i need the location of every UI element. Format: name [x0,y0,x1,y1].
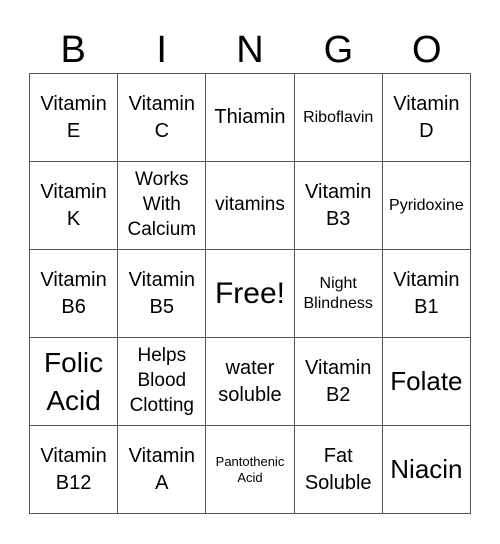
bingo-cell[interactable]: Vitamin B12 [30,426,119,514]
cell-label: Vitamin K [40,180,107,230]
bingo-cell[interactable]: Thiamin [206,74,295,162]
cell-label: Folate [390,365,463,396]
cell-label: Helps Blood Clotting [129,345,194,416]
bingo-cell[interactable]: Niacin [382,426,471,514]
bingo-cell[interactable]: Fat Soluble [294,426,383,514]
bingo-cell[interactable]: Pyridoxine [382,162,471,250]
header-letter-o: O [412,29,442,71]
bingo-cell[interactable]: Riboflavin [294,74,383,162]
bingo-cell[interactable]: Vitamin D [382,74,471,162]
cell-label: Vitamin B6 [40,268,107,318]
bingo-cell[interactable]: Helps Blood Clotting [118,338,207,426]
free-space-cell[interactable]: Free! [206,250,295,338]
bingo-cell[interactable]: Vitamin K [30,162,119,250]
cell-label: water soluble [218,356,282,406]
bingo-cell[interactable]: Vitamin B5 [118,250,207,338]
cell-label: vitamins [215,194,285,216]
bingo-cell[interactable]: Vitamin A [118,426,207,514]
header-letter-n: N [236,29,264,71]
cell-label: Vitamin B3 [305,180,372,230]
cell-label: Thiamin [214,106,286,128]
cell-label: Niacin [390,453,463,484]
header-letter-i: I [156,29,167,71]
cell-label: Vitamin D [393,92,460,142]
cell-label: Pyridoxine [389,196,464,214]
cell-label: Vitamin B2 [305,356,372,406]
cell-label: Free! [214,276,285,310]
cell-label: Vitamin B1 [393,268,460,318]
cell-label: Vitamin B12 [40,444,107,494]
cell-label: Vitamin A [128,444,195,494]
bingo-cell[interactable]: Works With Calcium [118,162,207,250]
header-letter-g: G [323,29,354,71]
cell-label: Fat Soluble [304,444,372,494]
bingo-cell[interactable]: Vitamin E [30,74,119,162]
cell-label: Vitamin C [128,92,195,142]
cell-label: Pantothenic Acid [215,453,285,485]
bingo-header: B I N G O [29,28,471,72]
cell-label: Night Blindness [303,275,373,312]
cell-label: Vitamin B5 [128,268,195,318]
cell-label: Folic Acid [44,346,104,416]
bingo-cell[interactable]: water soluble [206,338,295,426]
bingo-cell[interactable]: Vitamin B3 [294,162,383,250]
bingo-cell[interactable]: Pantothenic Acid [206,426,295,514]
bingo-cell[interactable]: Folic Acid [30,338,119,426]
bingo-cell[interactable]: Vitamin B1 [382,250,471,338]
bingo-cell[interactable]: Vitamin B2 [294,338,383,426]
cell-label: Riboflavin [303,108,374,126]
cell-label: Vitamin E [40,92,107,142]
bingo-grid: Vitamin E Vitamin C Thiamin Riboflavin Vitam… [29,73,471,514]
header-letter-b: B [60,29,86,71]
bingo-cell[interactable]: vitamins [206,162,295,250]
bingo-cell[interactable]: Night Blindness [294,250,383,338]
bingo-cell[interactable]: Vitamin C [118,74,207,162]
bingo-cell[interactable]: Vitamin B6 [30,250,119,338]
bingo-cell[interactable]: Folate [382,338,471,426]
cell-label: Works With Calcium [127,169,197,240]
